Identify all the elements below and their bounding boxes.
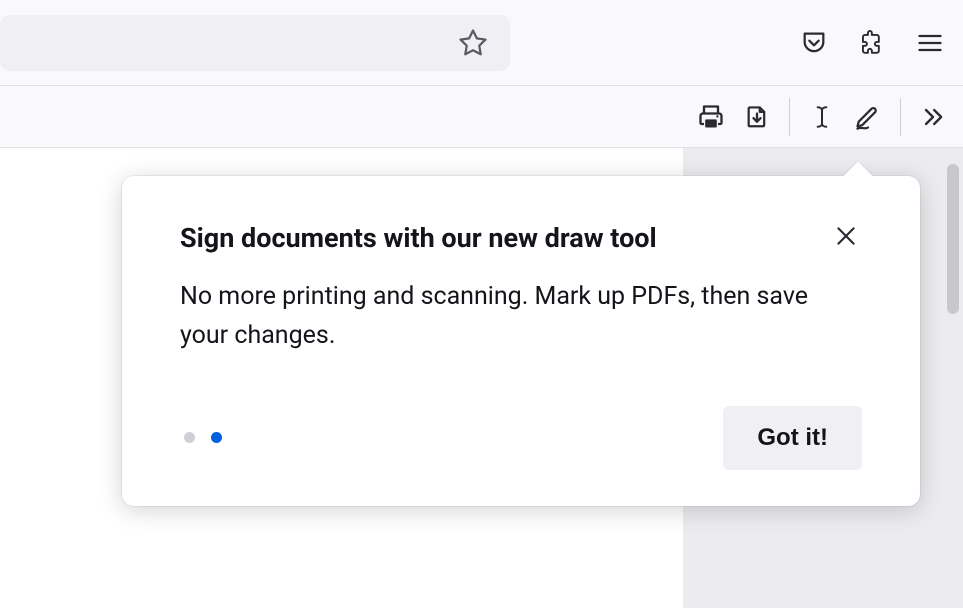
print-icon[interactable] — [693, 99, 729, 135]
toolbar-divider — [789, 98, 790, 136]
step-dot-active[interactable] — [211, 432, 222, 443]
step-dot[interactable] — [184, 432, 195, 443]
chevron-double-right-icon[interactable] — [915, 99, 951, 135]
close-icon — [833, 223, 859, 249]
download-icon[interactable] — [739, 99, 775, 135]
extensions-icon[interactable] — [857, 28, 887, 58]
popover-arrow — [844, 162, 872, 176]
bookmark-star-icon[interactable] — [458, 28, 488, 58]
step-dots — [184, 432, 222, 443]
feature-popover: Sign documents with our new draw tool No… — [122, 176, 920, 506]
draw-pencil-icon[interactable] — [850, 99, 886, 135]
popover-header: Sign documents with our new draw tool — [180, 222, 862, 254]
close-button[interactable] — [830, 220, 862, 252]
text-cursor-icon[interactable] — [804, 99, 840, 135]
hamburger-menu-icon[interactable] — [915, 28, 945, 58]
scrollbar-thumb[interactable] — [947, 164, 959, 314]
toolbar-divider — [900, 98, 901, 136]
pocket-icon[interactable] — [799, 28, 829, 58]
pdf-toolbar — [0, 86, 963, 148]
url-bar[interactable] — [0, 15, 510, 71]
popover-title: Sign documents with our new draw tool — [180, 222, 657, 254]
browser-chrome — [0, 0, 963, 86]
popover-body: No more printing and scanning. Mark up P… — [180, 278, 860, 356]
chrome-right-icons — [799, 28, 945, 58]
popover-footer: Got it! — [180, 406, 862, 470]
got-it-button[interactable]: Got it! — [723, 406, 862, 470]
